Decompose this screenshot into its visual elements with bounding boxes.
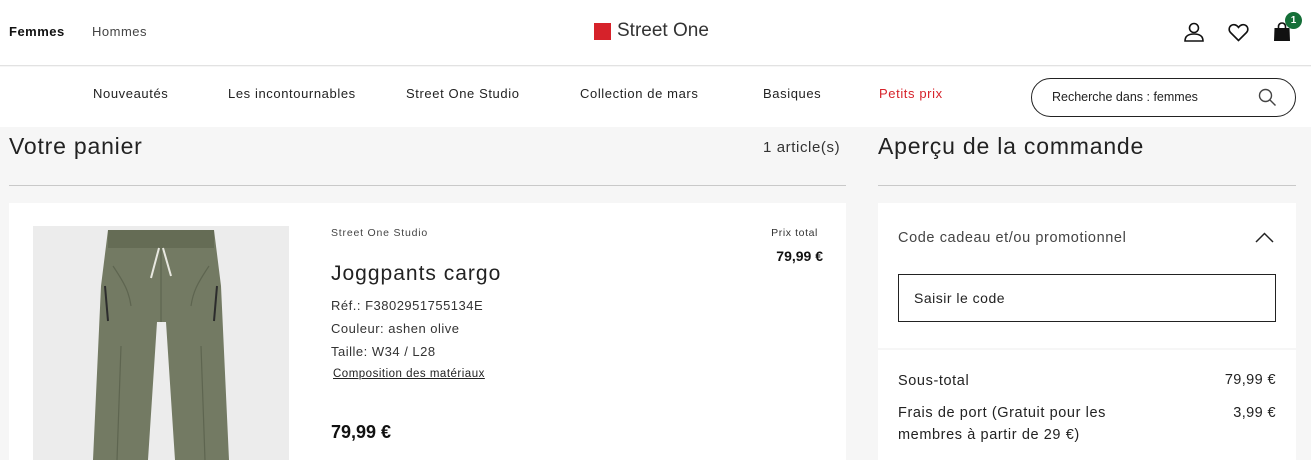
subtotal-label: Sous-total	[898, 373, 970, 389]
total-price-value: 79,99 €	[776, 248, 823, 264]
cart-title: Votre panier	[9, 133, 143, 159]
shipping-label-line2: membres à partir de 29 €)	[898, 427, 1080, 443]
main-navigation: Nouveautés Les incontournables Street On…	[0, 67, 1311, 127]
order-summary-title: Aperçu de la commande	[878, 133, 1145, 159]
shipping-label: Frais de port (Gratuit pour les membres …	[898, 402, 1106, 446]
search-icon[interactable]	[1258, 88, 1277, 107]
account-icon[interactable]	[1182, 20, 1206, 44]
search-input[interactable]: Recherche dans : femmes	[1031, 78, 1296, 117]
nav-item-collection-de-mars[interactable]: Collection de mars	[580, 86, 698, 101]
product-size: Taille: W34 / L28	[331, 344, 436, 359]
logo-mark-icon	[594, 22, 611, 40]
product-color: Couleur: ashen olive	[331, 321, 460, 336]
promo-code-panel: Code cadeau et/ou promotionnel	[878, 203, 1296, 348]
nav-item-petits-prix[interactable]: Petits prix	[879, 86, 943, 101]
gender-tab-femmes[interactable]: Femmes	[9, 24, 65, 39]
cart-count-badge: 1	[1285, 12, 1302, 29]
promo-code-toggle-label[interactable]: Code cadeau et/ou promotionnel	[898, 230, 1126, 246]
shipping-value: 3,99 €	[1233, 405, 1276, 421]
order-totals: Sous-total 79,99 € Frais de port (Gratui…	[878, 350, 1296, 460]
cart-item-count: 1 article(s)	[763, 139, 841, 156]
product-reference: Réf.: F3802951755134E	[331, 298, 484, 313]
product-brand: Street One Studio	[331, 227, 429, 239]
summary-divider	[878, 185, 1296, 186]
chevron-up-icon[interactable]	[1255, 232, 1274, 243]
nav-item-nouveautes[interactable]: Nouveautés	[93, 86, 168, 101]
materials-composition-link[interactable]: Composition des matériaux	[333, 368, 485, 380]
cart-item-card: Street One Studio Joggpants cargo Réf.: …	[9, 203, 846, 460]
cart-divider	[9, 185, 846, 186]
top-bar: Femmes Hommes Street One 1	[0, 0, 1311, 66]
nav-item-incontournables[interactable]: Les incontournables	[228, 86, 356, 101]
brand-logo[interactable]: Street One	[594, 20, 709, 42]
nav-item-street-one-studio[interactable]: Street One Studio	[406, 86, 520, 101]
logo-text: Street One	[617, 20, 709, 41]
wishlist-heart-icon[interactable]	[1226, 20, 1250, 44]
nav-item-basiques[interactable]: Basiques	[763, 86, 821, 101]
product-image[interactable]	[33, 226, 289, 460]
promo-code-input[interactable]	[898, 274, 1276, 322]
search-placeholder: Recherche dans : femmes	[1052, 90, 1198, 104]
shipping-label-line1: Frais de port (Gratuit pour les	[898, 405, 1106, 421]
product-name[interactable]: Joggpants cargo	[331, 262, 501, 286]
total-price-label: Prix total	[771, 227, 818, 239]
product-price: 79,99 €	[331, 422, 392, 442]
subtotal-value: 79,99 €	[1224, 372, 1276, 388]
gender-tab-hommes[interactable]: Hommes	[92, 24, 147, 39]
cart-button[interactable]: 1	[1270, 12, 1302, 44]
